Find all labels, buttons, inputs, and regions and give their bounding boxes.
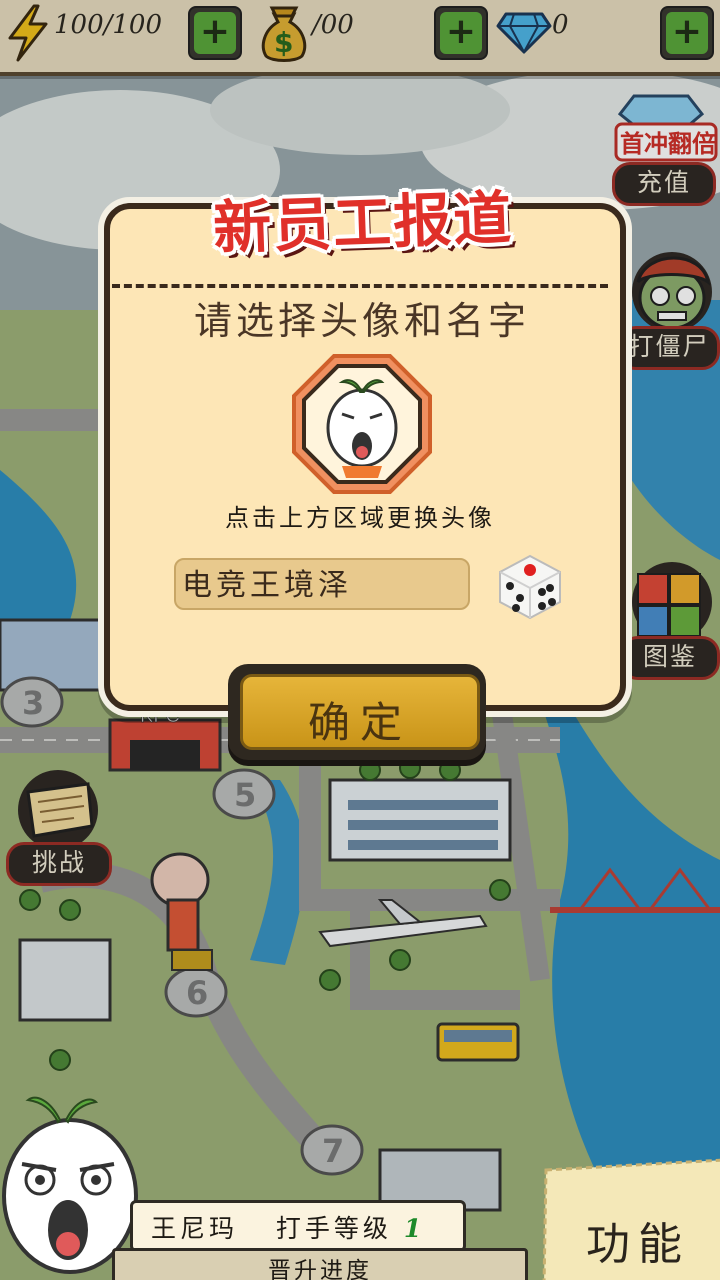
add-diamond-button[interactable]: + [660,6,714,60]
confirm-button[interactable]: 确定 [228,664,486,760]
dice-icon[interactable] [492,546,568,622]
rank-bar: 王尼玛 打手等级 1 [130,1200,466,1252]
avatar-hint: 点击上方区域更换头像 [225,504,495,532]
level-label: 打手等级 [275,1214,392,1243]
dialog-title: 新员工报道 [212,183,515,263]
progress-label: 晋升进度 [268,1258,372,1280]
confirm-label: 确定 [307,698,412,747]
game-screen: KFC 3 5 6 7 100/100 + $ /00 + 0 + 首冲翻倍 充… [0,0,720,1280]
add-money-button[interactable]: + [434,6,488,60]
level-value: 1 [403,1214,426,1243]
player-name: 王尼玛 [151,1214,239,1243]
add-energy-button[interactable]: + [188,6,242,60]
avatar-selector[interactable] [290,352,434,496]
promotion-progress-bar: 晋升进度 [112,1248,528,1280]
name-field[interactable]: 电竞王境泽 [174,558,470,610]
dialog-prompt: 请选择头像和名字 [193,299,530,343]
dialog-divider [112,284,608,288]
function-label: 功能 [586,1219,690,1270]
